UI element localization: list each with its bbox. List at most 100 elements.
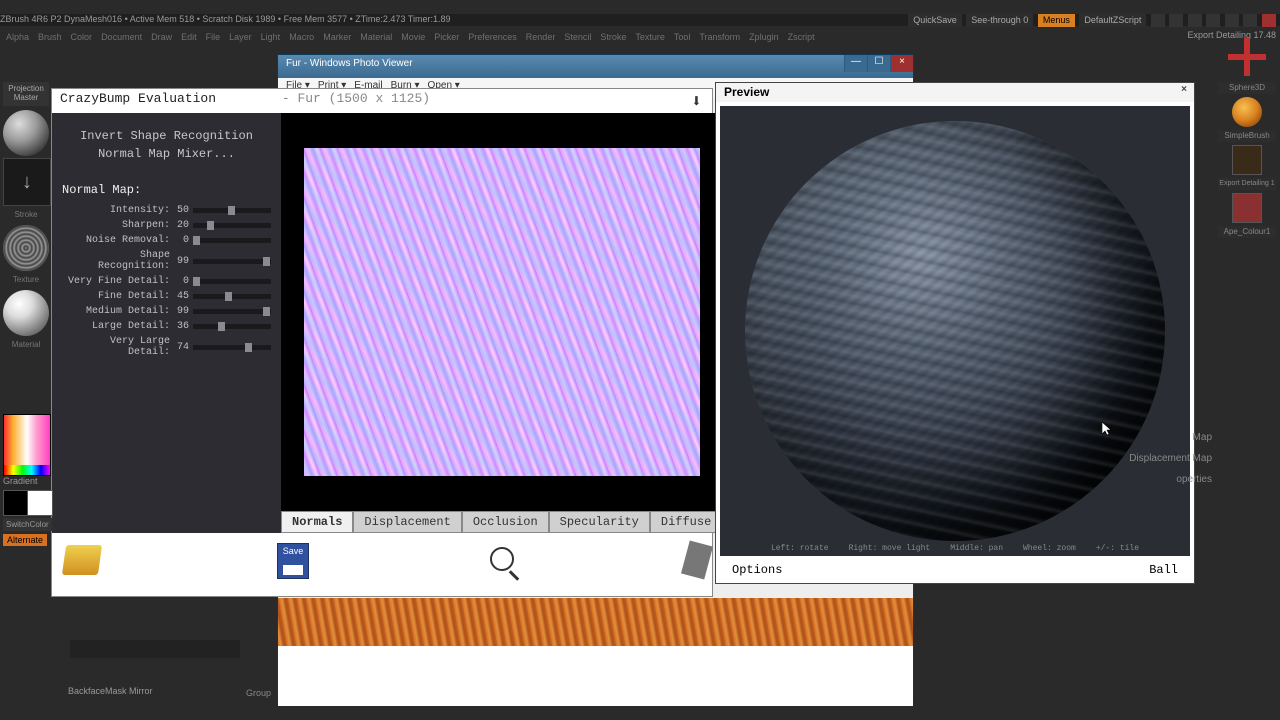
pv-titlebar[interactable]: Fur - Windows Photo Viewer — ☐ ×	[278, 55, 913, 78]
stroke-arrow-icon[interactable]: ↓	[3, 158, 51, 206]
switch-color-button[interactable]: SwitchColor	[3, 518, 52, 531]
projection-master-button[interactable]: Projection Master	[3, 82, 49, 106]
slider-row: Noise Removal: 0	[62, 235, 271, 246]
menu-stencil[interactable]: Stencil	[564, 32, 591, 42]
icon-button-3[interactable]	[1188, 14, 1202, 27]
mesh-selector[interactable]: Ball	[1149, 563, 1178, 581]
wrench-icon[interactable]	[681, 540, 713, 579]
tab-displacement[interactable]: Displacement	[353, 511, 461, 533]
slider-thumb[interactable]	[193, 236, 200, 245]
material-sphere[interactable]	[3, 290, 49, 336]
cb-toolbar: Save	[52, 533, 712, 588]
options-button[interactable]: Options	[732, 563, 782, 581]
subtool-ape[interactable]	[1232, 193, 1262, 223]
open-folder-icon[interactable]	[62, 545, 102, 575]
subtool-detail[interactable]: Export Detailing 1	[1218, 178, 1276, 190]
slider-thumb[interactable]	[263, 307, 270, 316]
maximize-icon[interactable]: ☐	[867, 55, 890, 72]
slider-thumb[interactable]	[263, 257, 270, 266]
color-swatch-main[interactable]	[3, 490, 29, 516]
quicksave-button[interactable]: QuickSave	[908, 14, 962, 27]
preview-titlebar[interactable]: Preview ×	[716, 83, 1194, 102]
tool-cross-icon[interactable]	[1228, 38, 1266, 76]
slider-thumb[interactable]	[218, 322, 225, 331]
menu-document[interactable]: Document	[101, 32, 142, 42]
alternate-button[interactable]: Alternate	[3, 534, 47, 546]
pv-title-text: Fur - Windows Photo Viewer	[286, 58, 413, 69]
icon-button-5[interactable]	[1225, 14, 1239, 27]
tool-sphere3d[interactable]: Sphere3D	[1218, 82, 1276, 94]
slider-thumb[interactable]	[193, 277, 200, 286]
side-item[interactable]: Displacement Map	[1129, 453, 1212, 464]
close-icon[interactable]: ×	[890, 55, 913, 72]
menu-transform[interactable]: Transform	[699, 32, 740, 42]
close-icon[interactable]: ×	[1178, 84, 1190, 96]
menu-brush[interactable]: Brush	[38, 32, 62, 42]
icon-button-6[interactable]	[1243, 14, 1257, 27]
slider-track[interactable]	[193, 223, 271, 228]
slider-track[interactable]	[193, 294, 271, 299]
slider-thumb[interactable]	[225, 292, 232, 301]
slider-track[interactable]	[193, 345, 271, 350]
menu-marker[interactable]: Marker	[323, 32, 351, 42]
zbrush-menubar[interactable]: Alpha Brush Color Document Draw Edit File Layer…	[6, 32, 824, 42]
simplebrush-icon[interactable]	[1232, 97, 1262, 127]
minimize-icon[interactable]: —	[844, 55, 867, 72]
menu-picker[interactable]: Picker	[434, 32, 459, 42]
menu-edit[interactable]: Edit	[181, 32, 197, 42]
brush-sphere[interactable]	[3, 110, 49, 156]
slider-track[interactable]	[193, 238, 271, 243]
color-swatch-secondary[interactable]	[27, 490, 53, 516]
slider-track[interactable]	[193, 279, 271, 284]
menu-tool[interactable]: Tool	[674, 32, 691, 42]
menu-draw[interactable]: Draw	[151, 32, 172, 42]
invert-shape-button[interactable]: Invert Shape Recognition	[62, 129, 271, 143]
side-item[interactable]: Map	[1129, 432, 1212, 443]
download-icon[interactable]: ⬇	[691, 91, 702, 113]
slider-thumb[interactable]	[207, 221, 214, 230]
slider-thumb[interactable]	[228, 206, 235, 215]
icon-button-4[interactable]	[1206, 14, 1220, 27]
slider-thumb[interactable]	[245, 343, 252, 352]
preview-viewport[interactable]: Left: rotateRight: move lightMiddle: pan…	[720, 106, 1190, 556]
menu-texture[interactable]: Texture	[635, 32, 665, 42]
subtool-box[interactable]	[1232, 145, 1262, 175]
menu-zscript[interactable]: Zscript	[788, 32, 815, 42]
menu-zplugin[interactable]: Zplugin	[749, 32, 779, 42]
icon-button-2[interactable]	[1169, 14, 1183, 27]
close-icon[interactable]	[1262, 14, 1276, 27]
normal-mixer-button[interactable]: Normal Map Mixer...	[62, 147, 271, 161]
icon-button-1[interactable]	[1151, 14, 1165, 27]
menus-toggle[interactable]: Menus	[1038, 14, 1075, 27]
slider-track[interactable]	[193, 208, 271, 213]
tool-simplebrush[interactable]: SimpleBrush	[1218, 130, 1276, 142]
save-button[interactable]: Save	[277, 543, 309, 579]
default-script[interactable]: DefaultZScript	[1079, 14, 1146, 27]
color-picker[interactable]	[3, 414, 51, 476]
cb-titlebar[interactable]: CrazyBump Evaluation - Fur (1500 x 1125)…	[52, 89, 712, 113]
menu-layer[interactable]: Layer	[229, 32, 252, 42]
slider-track[interactable]	[193, 309, 271, 314]
subtool-ape-label[interactable]: Ape_Colour1	[1218, 226, 1276, 238]
menu-stroke[interactable]: Stroke	[600, 32, 626, 42]
menu-light[interactable]: Light	[261, 32, 281, 42]
slider-track[interactable]	[193, 259, 271, 264]
tab-diffuse[interactable]: Diffuse	[650, 511, 722, 533]
menu-alpha[interactable]: Alpha	[6, 32, 29, 42]
menu-macro[interactable]: Macro	[289, 32, 314, 42]
menu-file[interactable]: File	[206, 32, 221, 42]
tab-occlusion[interactable]: Occlusion	[462, 511, 549, 533]
tab-specularity[interactable]: Specularity	[549, 511, 650, 533]
menu-material[interactable]: Material	[360, 32, 392, 42]
alpha-noise-icon[interactable]	[3, 225, 49, 271]
magnify-icon[interactable]	[490, 547, 514, 571]
seethrough-slider[interactable]: See-through 0	[966, 14, 1033, 27]
slider-track[interactable]	[193, 324, 271, 329]
tab-normals[interactable]: Normals	[281, 511, 353, 533]
menu-movie[interactable]: Movie	[401, 32, 425, 42]
side-item[interactable]: operties	[1129, 474, 1212, 485]
normal-map-canvas[interactable]	[281, 113, 722, 511]
menu-color[interactable]: Color	[71, 32, 93, 42]
menu-preferences[interactable]: Preferences	[468, 32, 517, 42]
menu-render[interactable]: Render	[526, 32, 556, 42]
